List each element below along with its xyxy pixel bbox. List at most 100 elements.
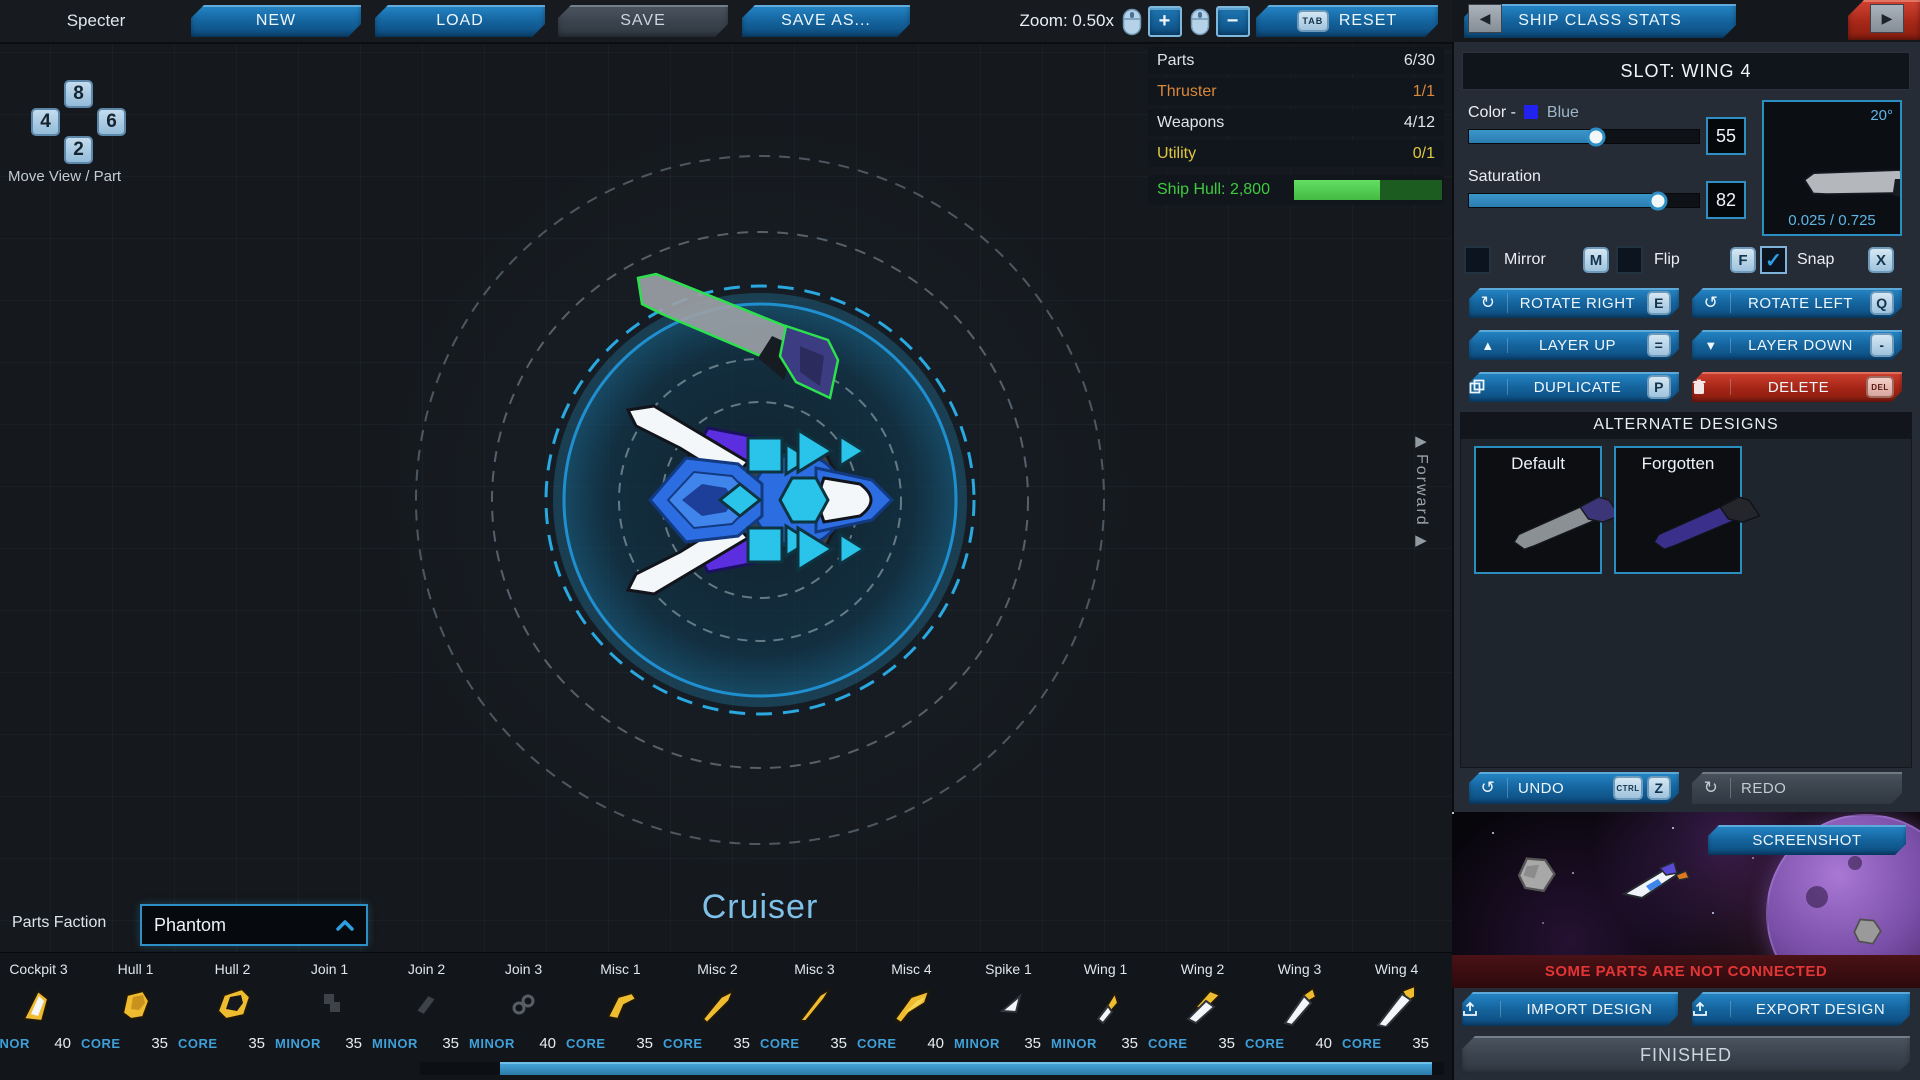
color-name: Blue [1547, 104, 1579, 121]
delete-button[interactable]: DELETE DEL [1692, 372, 1902, 402]
part-type-label: CORE [1245, 1036, 1285, 1051]
color-slider-thumb[interactable] [1586, 127, 1605, 146]
saturation-slider[interactable] [1468, 193, 1700, 208]
part-type-label: CORE [857, 1036, 897, 1051]
mirror-checkbox[interactable]: ✓ [1464, 246, 1491, 274]
ship-model[interactable] [620, 400, 900, 600]
upload-icon [1462, 1001, 1501, 1017]
part-item-join3[interactable]: Join 3 MINOR 40 [475, 953, 572, 1063]
hull-progress-fill [1294, 180, 1380, 200]
mini-ship-image [1620, 860, 1696, 904]
ship-screenshot-preview: SCREENSHOT [1452, 812, 1920, 955]
reset-view-button[interactable]: TAB RESET [1256, 5, 1438, 37]
zoom-out-button[interactable]: − [1216, 6, 1250, 37]
hull-value: 2,800 [1230, 181, 1270, 198]
import-design-button[interactable]: IMPORT DESIGN [1462, 992, 1678, 1026]
duplicate-button[interactable]: DUPLICATE P [1469, 372, 1679, 402]
spike1-icon [986, 983, 1030, 1027]
redo-button[interactable]: ↻ REDO [1692, 772, 1902, 804]
mouse-scroll-icon [1122, 8, 1142, 36]
part-item-join2[interactable]: Join 2 MINOR 35 [378, 953, 475, 1063]
alternate-designs-area: Default Forgotten [1460, 438, 1912, 768]
part-item-wing4[interactable]: Wing 4 CORE 35 [1348, 953, 1445, 1063]
slot-next-button[interactable]: ▶ [1870, 4, 1904, 33]
part-price-label: 35 [442, 1035, 459, 1052]
misc1-icon [598, 983, 642, 1027]
part-item-hull1[interactable]: Hull 1 CORE 35 [87, 953, 184, 1063]
misc3-icon [792, 983, 836, 1027]
ctrl-keycap: CTRL [1613, 776, 1643, 800]
part-price-label: 35 [1024, 1035, 1041, 1052]
flip-checkbox[interactable]: ✓ [1616, 246, 1643, 274]
stars [1452, 812, 1454, 814]
ship-class-stats-button[interactable]: SHIP CLASS STATS [1464, 4, 1736, 38]
screenshot-button[interactable]: SCREENSHOT [1708, 825, 1906, 855]
snap-checkbox[interactable]: ✓ [1760, 246, 1787, 274]
part-category-label: Wing 1 [1057, 961, 1154, 977]
part-item-wing2[interactable]: Wing 2 CORE 35 [1154, 953, 1251, 1063]
part-type-label: MINOR [372, 1036, 418, 1051]
part-type-label: CORE [760, 1036, 800, 1051]
saturation-slider-fill [1469, 194, 1658, 207]
ship-class-title: Cruiser [640, 888, 880, 927]
parts-scrollbar-thumb[interactable] [500, 1062, 1432, 1075]
part-item-misc3[interactable]: Misc 3 CORE 35 [766, 953, 863, 1063]
part-price-label: 40 [54, 1035, 71, 1052]
part-price-label: 35 [1412, 1035, 1429, 1052]
join3-icon [501, 983, 545, 1027]
rotate-right-button[interactable]: ↻ ROTATE RIGHT E [1469, 288, 1679, 318]
part-item-misc1[interactable]: Misc 1 CORE 35 [572, 953, 669, 1063]
saturation-slider-thumb[interactable] [1648, 191, 1667, 210]
part-item-wing1[interactable]: Wing 1 MINOR 35 [1057, 953, 1154, 1063]
zoom-in-button[interactable]: + [1148, 6, 1182, 37]
part-item-spike1[interactable]: Spike 1 MINOR 35 [960, 953, 1057, 1063]
part-category-label: Join 2 [378, 961, 475, 977]
part-type-label: CORE [1342, 1036, 1382, 1051]
slot-prev-button[interactable]: ◀ [1468, 4, 1502, 33]
save-button[interactable]: SAVE [558, 5, 728, 37]
upload-icon [1692, 1001, 1731, 1017]
saturation-value-box[interactable]: 82 [1706, 181, 1746, 219]
faction-dropdown[interactable]: Phantom [140, 904, 368, 946]
part-category-label: Join 1 [281, 961, 378, 977]
part-category-label: Misc 3 [766, 961, 863, 977]
finished-button[interactable]: FINISHED [1462, 1036, 1910, 1074]
part-type-label: CORE [566, 1036, 606, 1051]
design-default-image [1509, 468, 1626, 586]
undo-button[interactable]: ↺ UNDO CTRL Z [1469, 772, 1679, 804]
rotate-left-button[interactable]: ↺ ROTATE LEFT Q [1692, 288, 1902, 318]
export-design-button[interactable]: EXPORT DESIGN [1692, 992, 1910, 1026]
stat-row-thruster: Thruster1/1 [1148, 78, 1444, 105]
color-slider[interactable] [1468, 129, 1700, 144]
part-type-label: MINOR [0, 1036, 30, 1051]
layer-down-button[interactable]: ▼ LAYER DOWN - [1692, 330, 1902, 360]
part-price-label: 35 [733, 1035, 750, 1052]
chevron-up-icon [336, 919, 354, 931]
part-price-label: 35 [1121, 1035, 1138, 1052]
rotate-cw-icon: ↻ [1469, 293, 1508, 313]
new-button[interactable]: NEW [191, 5, 361, 37]
part-type-label: CORE [663, 1036, 703, 1051]
parts-faction-label: Parts Faction [12, 914, 106, 932]
part-item-hull2[interactable]: Hull 2 CORE 35 [184, 953, 281, 1063]
hull-label: Ship Hull: [1157, 181, 1225, 198]
part-item-join1[interactable]: Join 1 MINOR 35 [281, 953, 378, 1063]
design-card-forgotten[interactable]: Forgotten [1614, 446, 1742, 574]
part-item-cockpit3[interactable]: Cockpit 3 MINOR 40 [0, 953, 87, 1063]
part-item-wing3[interactable]: Wing 3 CORE 40 [1251, 953, 1348, 1063]
color-value-box[interactable]: 55 [1706, 117, 1746, 155]
part-price-label: 35 [1218, 1035, 1235, 1052]
part-price-label: 35 [345, 1035, 362, 1052]
move-down-key: 2 [64, 136, 93, 164]
design-card-default[interactable]: Default [1474, 446, 1602, 574]
part-item-misc4[interactable]: Misc 4 CORE 40 [863, 953, 960, 1063]
asteroid-icon [1850, 916, 1884, 946]
layer-up-button[interactable]: ▲ LAYER UP = [1469, 330, 1679, 360]
part-category-label: Wing 4 [1348, 961, 1445, 977]
selected-part-wing4[interactable] [632, 268, 842, 403]
save-as-button[interactable]: SAVE AS... [742, 5, 910, 37]
part-item-misc2[interactable]: Misc 2 CORE 35 [669, 953, 766, 1063]
load-button[interactable]: LOAD [375, 5, 545, 37]
forward-label: Forward [1412, 454, 1430, 527]
ship-name-label: Specter [36, 0, 156, 42]
